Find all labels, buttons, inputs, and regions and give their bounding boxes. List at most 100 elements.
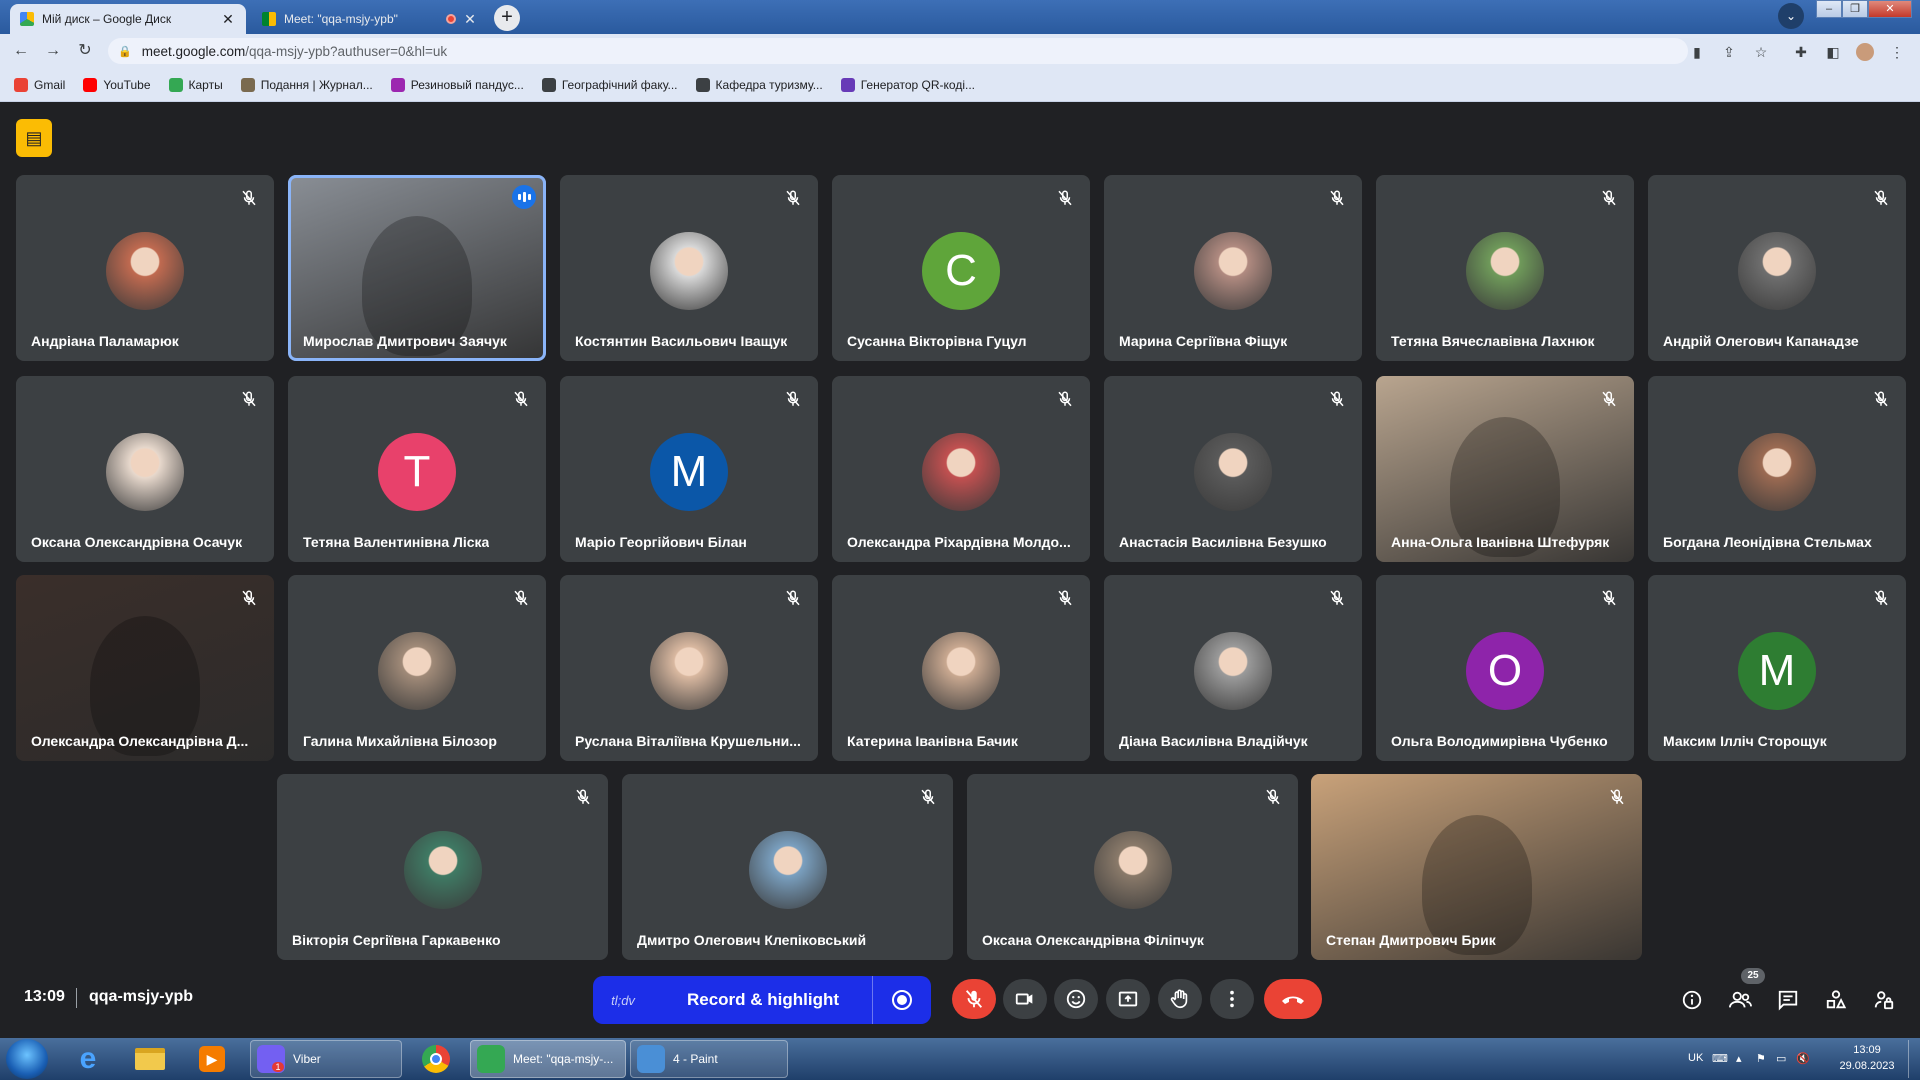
forward-arrow-icon[interactable]: → (42, 41, 64, 61)
activities-button[interactable] (1823, 987, 1849, 1013)
side-panel-icon[interactable]: ◧ (1824, 43, 1842, 61)
participant-tile[interactable]: M Маріо Георгійович Білан (560, 376, 818, 562)
present-screen-button[interactable] (1106, 979, 1150, 1019)
language-indicator[interactable]: UK (1688, 1052, 1703, 1064)
participant-tile[interactable]: Андріана Паламарюк (16, 175, 274, 361)
tab-search-button[interactable]: ⌄ (1778, 3, 1804, 29)
participant-name: Степан Дмитрович Брик (1326, 932, 1496, 948)
taskbar-app-button[interactable]: 4 - Paint (630, 1040, 788, 1078)
globe-icon (695, 77, 710, 92)
participant-tile[interactable]: Олександра Олександрівна Д... (16, 575, 274, 761)
profile-avatar[interactable] (1856, 43, 1874, 61)
tab-google-meet[interactable]: Meet: "qqa-msjy-ypb" ✕ (252, 4, 488, 34)
participant-tile[interactable]: Руслана Віталіївна Крушельни... (560, 575, 818, 761)
chat-button[interactable] (1775, 987, 1801, 1013)
browser-tab-strip: Мій диск – Google Диск ✕ Meet: "qqa-msjy… (0, 0, 1920, 34)
participant-tile[interactable]: T Тетяна Валентинівна Ліска (288, 376, 546, 562)
participant-name: Руслана Віталіївна Крушельни... (575, 733, 801, 749)
participant-tile[interactable]: Богдана Леонідівна Стельмах (1648, 376, 1906, 562)
meeting-details-button[interactable] (1679, 987, 1705, 1013)
participant-tile[interactable]: O Ольга Володимирівна Чубенко (1376, 575, 1634, 761)
bookmark-item[interactable]: Карты (168, 77, 223, 92)
participant-tile[interactable]: Костянтин Васильович Іващук (560, 175, 818, 361)
raise-hand-button[interactable] (1158, 979, 1202, 1019)
participant-tile[interactable]: Андрій Олегович Капанадзе (1648, 175, 1906, 361)
participant-tile[interactable]: Дмитро Олегович Клепіковський (622, 774, 953, 960)
bookmark-item[interactable]: Географічний факу... (541, 77, 678, 92)
meet-stage: ▤ Андріана Паламарюк Мирослав Дмитрович З… (0, 102, 1920, 1038)
participant-name: Галина Михайлівна Білозор (303, 733, 497, 749)
people-button[interactable] (1727, 987, 1753, 1013)
maps-icon (168, 77, 183, 92)
participant-tile[interactable]: Мирослав Дмитрович Заячук (288, 175, 546, 361)
address-bar[interactable]: 🔒 meet.google.com/qqa-msjy-ypb?authuser=… (108, 38, 1688, 64)
participant-avatar (748, 831, 827, 909)
taskbar-app-button[interactable]: Meet: "qqa-msjy-... (470, 1040, 626, 1078)
reload-icon[interactable]: ↻ (74, 41, 96, 61)
participant-tile[interactable]: Катерина Іванівна Бачик (832, 575, 1090, 761)
back-arrow-icon[interactable]: ← (10, 41, 32, 61)
participant-tile[interactable]: Марина Сергіївна Фіщук (1104, 175, 1362, 361)
start-button[interactable] (6, 1039, 48, 1079)
close-tab-icon[interactable]: ✕ (462, 11, 478, 28)
leave-call-button[interactable] (1264, 979, 1322, 1019)
minimize-button[interactable]: – (1816, 0, 1842, 18)
network-icon[interactable]: ▭ (1776, 1052, 1786, 1065)
microphone-off-button[interactable] (952, 979, 996, 1019)
camera-button[interactable] (1003, 979, 1047, 1019)
participant-tile[interactable]: Тетяна Вячеславівна Лахнюк (1376, 175, 1634, 361)
file-explorer-icon[interactable] (128, 1040, 172, 1078)
keyboard-icon[interactable]: ⌨ (1712, 1052, 1728, 1065)
participant-tile[interactable]: Анастасія Василівна Безушко (1104, 376, 1362, 562)
bookmark-item[interactable]: Gmail (14, 77, 65, 92)
bookmark-star-icon[interactable]: ☆ (1752, 43, 1770, 61)
record-dot-icon[interactable] (873, 989, 931, 1011)
camera-in-use-icon[interactable]: ▮ (1688, 43, 1706, 61)
participant-tile[interactable]: Степан Дмитрович Брик (1311, 774, 1642, 960)
close-tab-icon[interactable]: ✕ (220, 11, 236, 28)
bookmark-item[interactable]: Подання | Журнал... (240, 77, 373, 92)
more-options-button[interactable] (1210, 979, 1254, 1019)
taskbar-date[interactable]: 29.08.2023 (1832, 1060, 1902, 1072)
participant-tile[interactable]: Анна-Ольга Іванівна Штефуряк (1376, 376, 1634, 562)
tab-google-drive[interactable]: Мій диск – Google Диск ✕ (10, 4, 246, 34)
companion-mode-icon[interactable]: ▤ (16, 119, 52, 157)
participant-avatar (650, 232, 728, 310)
bookmark-item[interactable]: Кафедра туризму... (695, 77, 823, 92)
maximize-button[interactable]: ❐ (1842, 0, 1868, 18)
participant-tile[interactable]: Галина Михайлівна Білозор (288, 575, 546, 761)
participant-tile[interactable]: Олександра Ріхардівна Молдо... (832, 376, 1090, 562)
mic-off-icon (240, 390, 258, 408)
taskbar-app-button[interactable]: 1 Viber (250, 1040, 402, 1078)
bookmark-item[interactable]: YouTube (83, 77, 151, 92)
taskbar-app-label: Meet: "qqa-msjy-... (513, 1052, 614, 1066)
host-controls-button[interactable] (1871, 987, 1897, 1013)
participant-avatar (403, 831, 482, 909)
new-tab-button[interactable]: + (494, 5, 520, 31)
volume-muted-icon[interactable]: 🔇 (1796, 1052, 1810, 1065)
mic-off-icon (784, 189, 802, 207)
participant-tile[interactable]: С Сусанна Вікторівна Гуцул (832, 175, 1090, 361)
bookmark-item[interactable]: Резиновый пандус... (390, 77, 524, 92)
share-icon[interactable]: ⇪ (1720, 43, 1738, 61)
media-player-icon[interactable]: ▶ (190, 1040, 234, 1078)
bookmark-item[interactable]: Генератор QR-коді... (840, 77, 975, 92)
tray-expand-icon[interactable]: ▴ (1736, 1052, 1742, 1065)
reactions-button[interactable] (1054, 979, 1098, 1019)
extensions-icon[interactable]: ✚ (1792, 43, 1810, 61)
flag-icon[interactable]: ⚑ (1756, 1052, 1766, 1065)
record-highlight-button[interactable]: tl;dv Record & highlight (593, 976, 931, 1024)
close-window-button[interactable]: ✕ (1868, 0, 1912, 18)
participant-tile[interactable]: Оксана Олександрівна Філіпчук (967, 774, 1298, 960)
taskbar-time[interactable]: 13:09 (1832, 1044, 1902, 1056)
participant-name: Андрій Олегович Капанадзе (1663, 333, 1859, 349)
tab-title: Meet: "qqa-msjy-ypb" (284, 12, 398, 26)
participant-tile[interactable]: Вікторія Сергіївна Гаркавенко (277, 774, 608, 960)
participant-tile[interactable]: Діана Василівна Владійчук (1104, 575, 1362, 761)
chrome-icon[interactable] (414, 1040, 458, 1078)
participant-tile[interactable]: M Максим Ілліч Сторощук (1648, 575, 1906, 761)
show-desktop-button[interactable] (1908, 1040, 1920, 1078)
chrome-menu-icon[interactable]: ⋮ (1888, 43, 1906, 61)
participant-tile[interactable]: Оксана Олександрівна Осачук (16, 376, 274, 562)
internet-explorer-icon[interactable]: e (66, 1040, 110, 1078)
